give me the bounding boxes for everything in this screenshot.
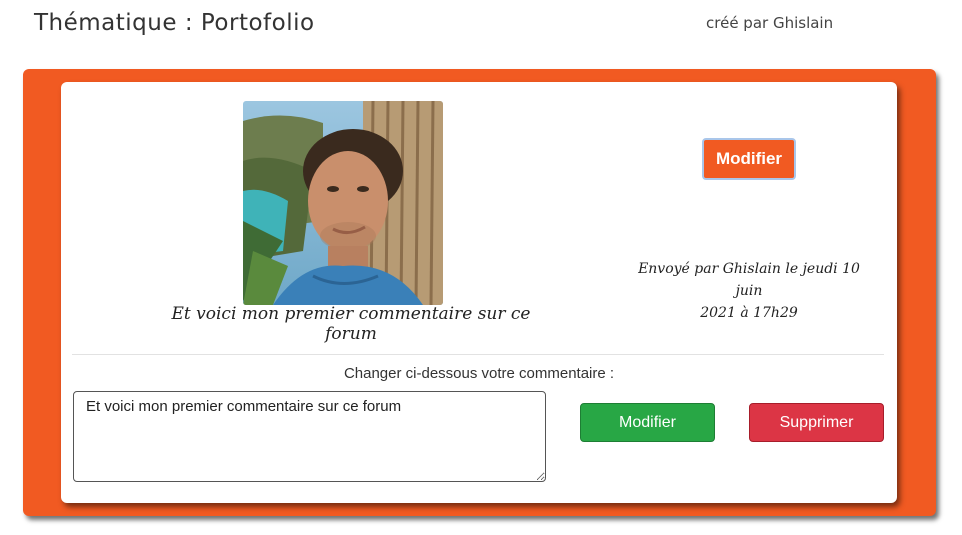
sent-by-line-2: 2021 à 17h29 (700, 305, 798, 321)
comment-text: Et voici mon premier commentaire sur ce … (171, 304, 531, 344)
profile-photo-image (243, 101, 443, 305)
post-card: Et voici mon premier commentaire sur ce … (61, 82, 897, 503)
author-credit: créé par Ghislain (706, 14, 834, 32)
comment-textarea[interactable]: Et voici mon premier commentaire sur ce … (73, 391, 546, 482)
post-metadata: Envoyé par Ghislain le jeudi 10 juin 202… (636, 258, 862, 324)
save-comment-button[interactable]: Modifier (580, 403, 715, 442)
edit-comment-label: Changer ci-dessous votre commentaire : (343, 365, 615, 382)
page: Thématique : Portofolio créé par Ghislai… (0, 0, 962, 535)
sent-by-line-1: Envoyé par Ghislain le jeudi 10 juin (638, 261, 860, 299)
profile-photo (243, 101, 443, 305)
delete-comment-button[interactable]: Supprimer (749, 403, 884, 442)
modify-post-button[interactable]: Modifier (702, 138, 796, 180)
divider (72, 354, 884, 355)
page-title: Thématique : Portofolio (34, 10, 315, 36)
